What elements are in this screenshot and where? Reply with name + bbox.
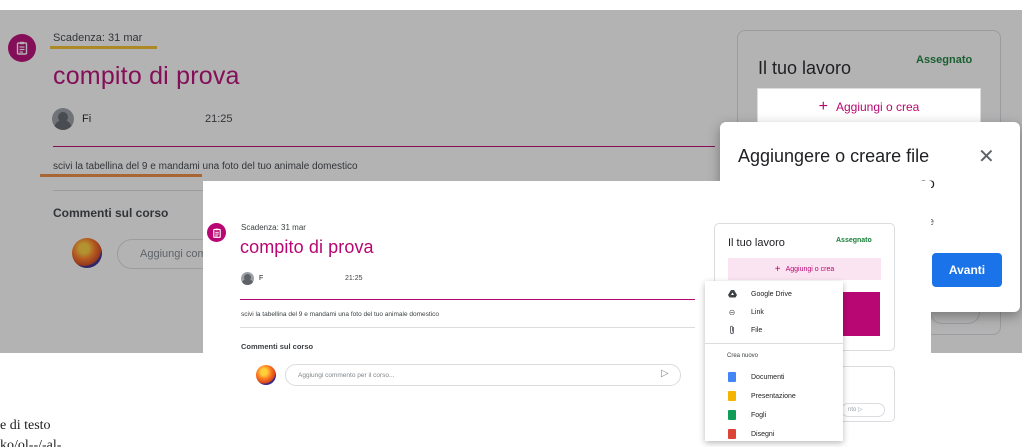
menu-item-slides[interactable]: Presentazione — [705, 387, 843, 405]
plus-icon: + — [774, 263, 781, 275]
due-date-highlight — [50, 46, 157, 49]
comments-heading: Commenti sul corso — [53, 206, 169, 220]
menu-item-drawings[interactable]: Disegni — [705, 425, 843, 443]
author-name: Fi — [82, 113, 92, 125]
menu-item-link[interactable]: ⊖ Link — [705, 303, 843, 321]
add-or-create-menu: Google Drive ⊖ Link File Crea nuovo Docu… — [705, 281, 843, 441]
description-highlight — [40, 174, 202, 177]
add-or-create-button[interactable]: + Aggiungi o crea — [757, 88, 981, 126]
link-icon: ⊖ — [728, 307, 736, 317]
post-time: 21:25 — [345, 275, 363, 282]
assignment-icon — [207, 223, 226, 242]
slides-icon — [727, 391, 737, 401]
next-button[interactable]: Avanti — [932, 253, 1002, 287]
assignment-title: compito di prova — [53, 62, 240, 90]
add-or-create-button[interactable]: + Aggiungi o crea — [728, 258, 881, 280]
assignment-description: scivi la tabellina del 9 e mandami una f… — [241, 311, 440, 318]
title-divider — [53, 146, 715, 147]
title-divider — [240, 299, 695, 300]
due-date: Scadenza: 31 mar — [53, 32, 143, 44]
menu-divider — [705, 343, 843, 344]
dialog-title: Aggiungere o creare file — [738, 146, 930, 166]
create-new-heading: Crea nuovo — [727, 353, 759, 359]
author-name: F — [259, 275, 264, 282]
due-date: Scadenza: 31 mar — [241, 223, 306, 232]
sheets-icon — [727, 410, 737, 420]
avatar — [52, 108, 74, 130]
send-icon[interactable]: ▷ — [661, 368, 669, 379]
add-or-create-label: Aggiungi o crea — [835, 100, 920, 114]
comments-heading: Commenti sul corso — [241, 342, 314, 351]
your-work-heading: Il tuo lavoro — [758, 58, 852, 78]
menu-item-label: Documenti — [751, 373, 785, 381]
drawings-icon — [727, 429, 737, 439]
attachment-thumbnail[interactable] — [843, 292, 880, 336]
paperclip-icon — [727, 325, 737, 335]
post-time: 21:25 — [205, 113, 233, 125]
plus-icon: + — [818, 98, 828, 115]
avatar — [241, 272, 254, 285]
menu-item-label: File — [751, 326, 763, 334]
your-work-heading: Il tuo lavoro — [728, 237, 785, 249]
menu-item-label: Fogli — [751, 411, 767, 419]
menu-item-google-drive[interactable]: Google Drive — [705, 285, 843, 303]
section-divider — [240, 327, 695, 328]
menu-item-label: Presentazione — [751, 392, 796, 400]
background-text-line: e di testo — [0, 418, 51, 433]
user-avatar — [72, 238, 102, 268]
menu-item-sheets[interactable]: Fogli — [705, 406, 843, 424]
status-badge: Assegnato — [916, 54, 973, 66]
menu-item-label: Disegni — [751, 430, 775, 438]
user-avatar — [256, 365, 276, 385]
assignment-description: scivi la tabellina del 9 e mandami una f… — [53, 161, 358, 172]
docs-icon — [727, 372, 737, 382]
add-or-create-label: Aggiungi o crea — [785, 265, 835, 273]
menu-item-docs[interactable]: Documenti — [705, 368, 843, 386]
assignment-title: compito di prova — [240, 237, 374, 257]
drive-icon — [727, 289, 737, 299]
status-badge: Assegnato — [836, 237, 872, 244]
private-comment-input[interactable]: nto ▷ — [841, 403, 885, 417]
background-text-line: ko/ol--/-al- — [0, 438, 62, 447]
redaction-box — [91, 109, 197, 129]
menu-item-label: Link — [751, 308, 764, 316]
menu-item-file[interactable]: File — [705, 321, 843, 339]
assignment-icon — [8, 34, 36, 62]
class-comment-input[interactable]: Aggiungi commento per il corso... — [285, 364, 681, 386]
foreground-screenshot: Scadenza: 31 mar compito di prova F 21:2… — [203, 181, 931, 441]
close-icon[interactable]: ✕ — [978, 144, 995, 169]
menu-item-label: Google Drive — [751, 290, 792, 298]
